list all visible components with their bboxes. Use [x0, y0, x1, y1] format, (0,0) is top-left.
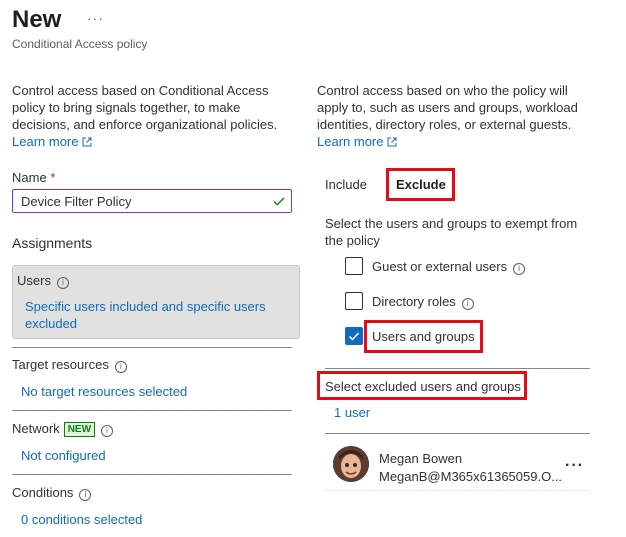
option-label-text: Guest or external users: [372, 259, 508, 274]
conditions-value-link[interactable]: 0 conditions selected: [21, 512, 142, 527]
divider: [12, 347, 292, 348]
left-description-text: Control access based on Conditional Acce…: [12, 83, 278, 132]
row-more-options-button[interactable]: ···: [565, 457, 584, 475]
option-label: Directory roles i: [372, 294, 474, 310]
checkbox[interactable]: [345, 292, 363, 310]
info-icon[interactable]: i: [114, 361, 127, 373]
more-options-button[interactable]: ···: [87, 10, 104, 26]
right-description-text: Control access based on who the policy w…: [317, 83, 578, 132]
users-label: Users i: [17, 273, 69, 289]
right-description: Control access based on who the policy w…: [317, 82, 587, 150]
assignments-heading: Assignments: [12, 235, 93, 251]
name-label: Name *: [12, 170, 55, 185]
checkmark-icon: [348, 332, 360, 341]
target-resources-label-text: Target resources: [12, 357, 109, 372]
info-icon[interactable]: i: [56, 277, 69, 289]
option-guest-external[interactable]: Guest or external users i: [345, 257, 545, 277]
divider: [12, 410, 292, 411]
name-label-text: Name: [12, 170, 47, 185]
info-icon[interactable]: i: [513, 263, 526, 275]
option-directory-roles[interactable]: Directory roles i: [345, 292, 505, 312]
conditions-label: Conditions i: [12, 485, 92, 501]
target-resources-label: Target resources i: [12, 357, 127, 373]
highlight-box-users-groups: [364, 320, 483, 353]
divider: [325, 368, 590, 369]
page-title: New: [12, 6, 62, 33]
info-icon[interactable]: i: [79, 489, 92, 501]
avatar: [333, 446, 369, 482]
network-label-text: Network: [12, 421, 60, 436]
person-email: MeganB@M365x61365059.O...: [379, 469, 563, 484]
external-link-icon: [82, 137, 92, 147]
target-resources-value-link[interactable]: No target resources selected: [21, 384, 187, 399]
highlight-box-exclude-tab: [386, 168, 455, 201]
checkmark-icon: [273, 197, 285, 206]
left-learn-more-link[interactable]: Learn more: [12, 134, 92, 149]
user-count-link[interactable]: 1 user: [334, 405, 370, 420]
person-photo-icon: [333, 446, 369, 482]
tab-include[interactable]: Include: [325, 177, 367, 192]
users-label-text: Users: [17, 273, 51, 288]
required-indicator: *: [50, 170, 56, 185]
left-description: Control access based on Conditional Acce…: [12, 82, 292, 150]
page-subtitle: Conditional Access policy: [12, 37, 148, 51]
left-learn-more-label: Learn more: [12, 134, 79, 149]
option-label: Guest or external users i: [372, 259, 526, 275]
person-name: Megan Bowen: [379, 451, 463, 466]
policy-name-input[interactable]: [12, 189, 292, 213]
divider: [12, 474, 292, 475]
network-value-link[interactable]: Not configured: [21, 448, 106, 463]
divider: [325, 490, 590, 491]
users-value-link[interactable]: Specific users included and specific use…: [25, 298, 285, 332]
checkbox[interactable]: [345, 257, 363, 275]
right-learn-more-label: Learn more: [317, 134, 384, 149]
highlight-box-excluded-heading: [317, 371, 527, 400]
checkbox-checked[interactable]: [345, 327, 363, 345]
exempt-instructions: Select the users and groups to exempt fr…: [325, 216, 578, 248]
info-icon[interactable]: i: [461, 298, 474, 310]
external-link-icon: [387, 137, 397, 147]
network-label: Network NEW i: [12, 421, 114, 437]
conditions-label-text: Conditions: [12, 485, 74, 500]
right-learn-more-link[interactable]: Learn more: [317, 134, 397, 149]
users-assignment[interactable]: Users i Specific users included and speci…: [12, 265, 300, 339]
divider: [325, 433, 590, 434]
new-badge: NEW: [63, 422, 96, 437]
info-icon[interactable]: i: [101, 425, 114, 437]
option-label-text: Directory roles: [372, 294, 456, 309]
